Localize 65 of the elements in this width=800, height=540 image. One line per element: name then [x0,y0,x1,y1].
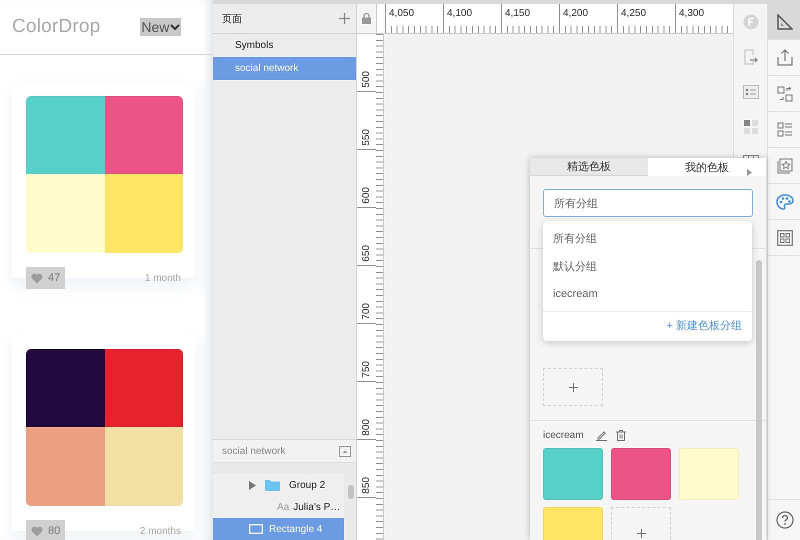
list-icon[interactable] [742,84,758,98]
color-swatch[interactable] [543,448,603,500]
color-swatch[interactable] [679,448,739,500]
color-swatch[interactable] [611,448,671,500]
folder-icon [265,479,280,491]
sort-dropdown[interactable]: New [140,18,182,36]
list-icon[interactable] [777,122,793,137]
layer-name: Rectangle 4 [269,524,322,534]
ruler-label: 750 [361,361,372,378]
help-icon[interactable] [776,511,794,529]
page-item[interactable]: Symbols [213,34,356,57]
ruler-label: 4,100 [443,4,501,26]
lock-icon[interactable] [362,13,371,24]
heart-icon [31,272,43,284]
scrollbar-thumb[interactable] [756,260,762,540]
ruler-label: 500 [361,71,372,88]
layer-name: Group 2 [289,480,326,490]
group-name: icecream [543,430,584,440]
pages-title: 页面 [222,12,242,26]
layer-item[interactable]: Group 2 [213,474,344,496]
ruler-triangle-icon[interactable] [777,14,793,30]
dropdown-option[interactable]: 所有分组 [543,224,752,252]
plus-icon [568,382,578,392]
layer-name: Julia’s P… [293,502,340,512]
ruler-label: 4,200 [559,4,617,26]
ruler-label: 550 [361,129,372,146]
dropdown-option[interactable]: icecream [543,280,752,308]
scrollbar-thumb[interactable] [348,485,354,499]
layer-item[interactable]: Aa Julia’s P… [213,496,344,518]
ruler-label: 700 [361,303,372,320]
palette-tab[interactable]: 精选色板 [530,158,648,176]
add-page-icon[interactable] [339,13,350,24]
ruler-label: 650 [361,245,372,262]
post-age: 1 month [144,272,181,284]
collapse-icon[interactable] [339,446,351,456]
caret-icon[interactable] [747,169,752,176]
share-icon[interactable] [777,49,793,66]
palette-tab[interactable]: 我的色板 [648,158,766,176]
chevron-icon [170,23,180,31]
squares-icon[interactable] [744,120,758,134]
ruler-label: 850 [361,477,372,494]
new-group-link[interactable]: + 新建色板分组 [666,316,742,335]
ruler-label: 4,050 [385,4,443,26]
post-age: 2 months [140,526,181,536]
site-logo: ColorDrop [12,16,100,38]
export-page-icon[interactable] [744,48,758,64]
text-layer-icon: Aa [277,502,290,512]
ruler-label: 4,250 [617,4,675,26]
palette-icon[interactable] [776,194,794,210]
plus-icon [636,528,646,538]
add-swatch-button[interactable] [543,368,603,406]
ruler-label: 600 [361,187,372,204]
component-grid-icon[interactable] [777,230,793,246]
swap-icon[interactable] [777,86,793,102]
disclosure-triangle-icon[interactable] [249,480,256,490]
rectangle-icon [249,524,263,534]
trash-icon[interactable] [616,430,626,440]
ruler-label: 800 [361,419,372,436]
dropdown-option[interactable]: 默认分组 [543,252,752,280]
star-square-icon[interactable] [777,158,793,174]
heart-icon [31,526,43,536]
pencil-icon[interactable] [596,430,607,440]
group-select[interactable]: 所有分组 [543,189,753,217]
layers-title: social network [222,446,286,456]
ruler-label: 4,150 [501,4,559,26]
